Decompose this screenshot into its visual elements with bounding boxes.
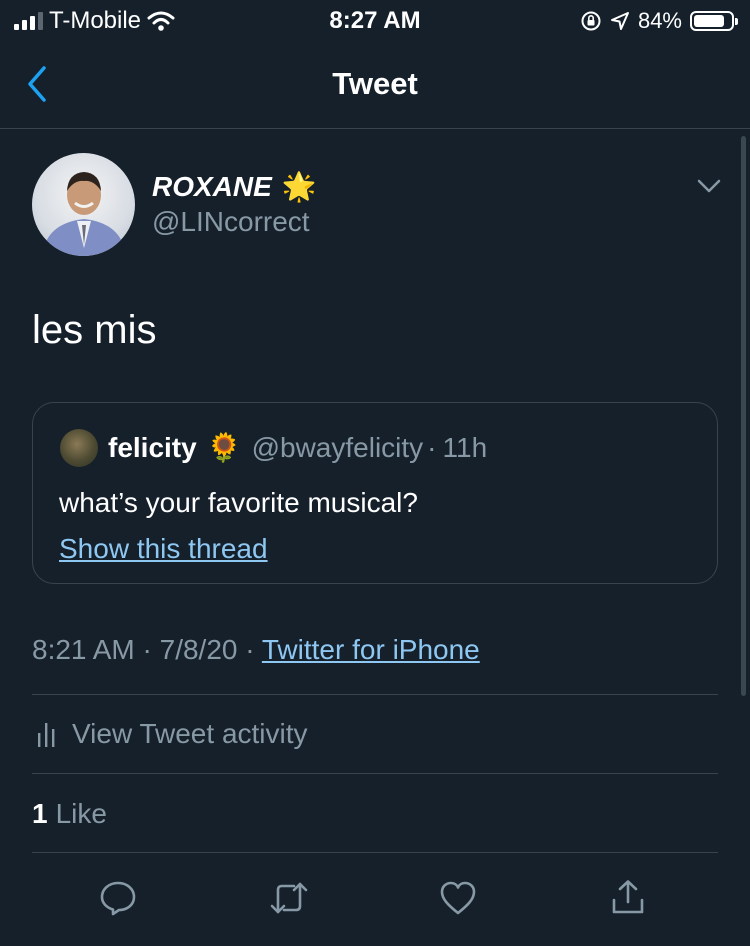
quoted-author-avatar: [60, 429, 98, 467]
quoted-tweet-header: felicity 🌻 @bwayfelicity · 11h: [108, 431, 487, 464]
bar-chart-icon: [38, 723, 55, 747]
view-tweet-activity-button[interactable]: View Tweet activity: [32, 696, 718, 772]
share-button[interactable]: [606, 876, 650, 920]
show-thread-link[interactable]: Show this thread: [59, 533, 268, 565]
timestamp-separator: ·: [142, 634, 152, 665]
status-bar: T-Mobile 8:27 AM 84%: [0, 0, 750, 40]
page-title: Tweet: [332, 66, 418, 101]
orientation-lock-icon: [581, 11, 601, 31]
like-button[interactable]: [436, 876, 480, 920]
sunflower-emoji: 🌻: [206, 432, 242, 463]
activity-label: View Tweet activity: [72, 718, 308, 749]
avatar-illustration: [42, 172, 126, 256]
quoted-separator: ·: [427, 431, 437, 463]
battery-fill: [694, 15, 725, 27]
tweet-timestamp-row: 8:21 AM · 7/8/20 · Twitter for iPhone: [32, 634, 480, 666]
more-options-button[interactable]: [694, 174, 724, 198]
status-right: 84%: [580, 8, 738, 34]
source-separator: ·: [245, 634, 255, 665]
heart-icon: [440, 881, 476, 915]
tweet-source-link[interactable]: Twitter for iPhone: [262, 634, 480, 665]
battery-icon: [690, 11, 738, 31]
divider: [32, 694, 718, 695]
retweet-button[interactable]: [267, 876, 311, 920]
battery-percent: 84%: [637, 8, 682, 33]
likes-label: Like: [55, 798, 107, 829]
glowing-star-emoji: 🌟: [281, 171, 317, 202]
location-arrow-icon: [610, 12, 629, 30]
quoted-author-handle: @bwayfelicity: [251, 431, 424, 463]
divider: [32, 852, 718, 853]
share-icon: [612, 880, 644, 914]
author-handle[interactable]: @LINcorrect: [152, 206, 310, 238]
chevron-down-icon: [697, 179, 721, 193]
author-avatar[interactable]: [32, 153, 135, 256]
nav-bar: Tweet: [0, 44, 750, 129]
divider: [32, 773, 718, 774]
tweet-action-bar: [0, 866, 750, 930]
likes-count: 1: [32, 798, 48, 829]
reply-icon: [100, 881, 136, 916]
scroll-indicator[interactable]: [741, 136, 746, 696]
quoted-tweet-age: 11h: [442, 431, 488, 463]
likes-count-button[interactable]: 1 Like: [32, 776, 107, 852]
quoted-tweet-text: what’s your favorite musical?: [59, 487, 418, 518]
tweet-time: 8:21 AM: [32, 634, 135, 665]
reply-button[interactable]: [96, 876, 140, 920]
tweet-date: 7/8/20: [159, 634, 238, 665]
retweet-icon: [270, 882, 308, 914]
quoted-tweet-card[interactable]: felicity 🌻 @bwayfelicity · 11h what’s yo…: [32, 402, 718, 584]
author-name-text: ROXANE: [152, 170, 272, 202]
author-name[interactable]: ROXANE 🌟: [152, 170, 317, 203]
quoted-author-name: felicity: [108, 431, 197, 463]
tweet-text: les mis: [32, 308, 157, 352]
